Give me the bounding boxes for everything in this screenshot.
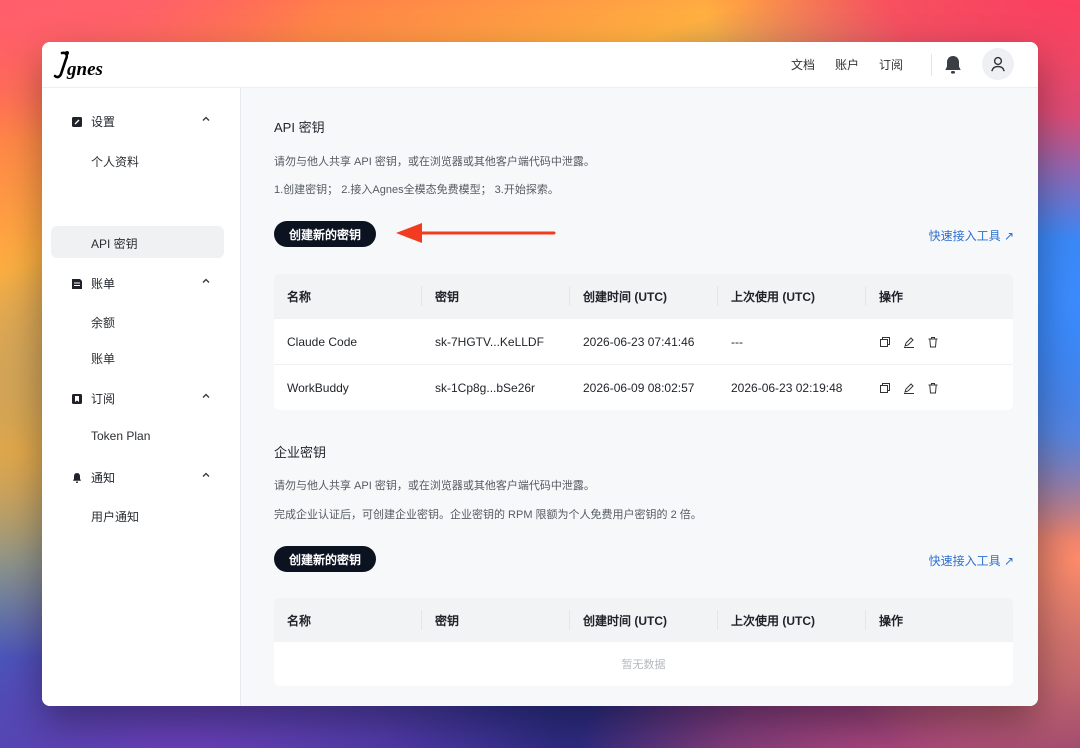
quick-access-link[interactable]: 快速接入工具 ↗ — [929, 552, 1014, 569]
key-last-used: --- — [731, 334, 743, 349]
chevron-up-icon[interactable] — [200, 469, 212, 481]
agnes-logo: gnes — [53, 51, 103, 80]
top-nav: 文档 账户 订阅 — [791, 56, 903, 73]
api-keys-table: 名称 密钥 创建时间 (UTC) 上次使用 (UTC) 操作 Claude Co… — [274, 274, 1013, 410]
sidebar-item-profile[interactable]: 个人资料 — [91, 153, 139, 170]
row-actions — [866, 365, 1013, 410]
section-title-api-keys: API 密钥 — [274, 120, 325, 135]
settings-icon — [72, 116, 82, 127]
table-row: Claude Code sk-7HGTV...KeLLDF 2026-06-23… — [274, 318, 1013, 364]
key-created: 2026-06-23 07:41:46 — [583, 334, 695, 349]
sidebar-item-user-notifications[interactable]: 用户通知 — [91, 508, 139, 525]
chevron-up-icon[interactable] — [200, 113, 212, 125]
key-value: sk-7HGTV...KeLLDF — [435, 334, 544, 349]
user-icon — [991, 56, 1005, 72]
api-keys-warning: 请勿与他人共享 API 密钥，或在浏览器或其他客户端代码中泄露。 — [274, 156, 595, 168]
chevron-up-icon[interactable] — [200, 390, 212, 402]
copy-icon[interactable] — [879, 382, 891, 394]
divider — [931, 54, 932, 76]
section-title-enterprise-keys: 企业密钥 — [274, 445, 327, 460]
column-header: 操作 — [879, 289, 904, 304]
enterprise-keys-table: 名称 密钥 创建时间 (UTC) 上次使用 (UTC) 操作 暂无数据 — [274, 598, 1013, 686]
sidebar-section-label: 通知 — [91, 471, 116, 485]
sidebar-section-label: 账单 — [91, 277, 116, 291]
row-actions — [866, 319, 1013, 364]
column-header: 密钥 — [422, 286, 570, 306]
sidebar-item-api-keys[interactable]: API 密钥 — [91, 235, 138, 252]
edit-icon[interactable] — [903, 336, 915, 348]
key-last-used: 2026-06-23 02:19:48 — [731, 380, 843, 395]
column-header: 上次使用 (UTC) — [718, 286, 866, 306]
main-content: API 密钥 请勿与他人共享 API 密钥，或在浏览器或其他客户端代码中泄露。 … — [242, 88, 1038, 706]
bell-icon[interactable] — [941, 53, 965, 77]
nav-account[interactable]: 账户 — [835, 56, 859, 73]
sidebar-section-notifications[interactable]: 通知 — [71, 469, 212, 486]
enterprise-keys-note: 完成企业认证后，可创建企业密钥。企业密钥的 RPM 限额为个人免费用户密钥的 2… — [274, 509, 702, 521]
bookmark-icon — [72, 393, 82, 404]
trash-icon[interactable] — [927, 336, 939, 348]
avatar[interactable] — [982, 48, 1014, 80]
sidebar-item-balance[interactable]: 余额 — [91, 314, 115, 331]
trash-icon[interactable] — [927, 382, 939, 394]
column-header: 名称 — [274, 286, 422, 306]
column-header: 创建时间 (UTC) — [570, 286, 718, 306]
annotation-arrow — [396, 223, 556, 243]
nav-docs[interactable]: 文档 — [791, 56, 815, 73]
quick-access-link[interactable]: 快速接入工具 ↗ — [929, 227, 1014, 244]
table-row: WorkBuddy sk-1Cp8g...bSe26r 2026-06-09 0… — [274, 364, 1013, 410]
svg-text:gnes: gnes — [66, 59, 103, 80]
create-api-key-button[interactable]: 创建新的密钥 — [274, 221, 376, 247]
edit-icon[interactable] — [903, 382, 915, 394]
sidebar-section-label: 订阅 — [91, 392, 116, 406]
table-header: 名称 密钥 创建时间 (UTC) 上次使用 (UTC) 操作 — [274, 274, 1013, 318]
key-name: WorkBuddy — [287, 380, 349, 395]
sidebar-item-bills[interactable]: 账单 — [91, 350, 115, 367]
column-header: 密钥 — [422, 610, 570, 630]
api-keys-steps: 1.创建密钥； 2.接入Agnes全模态免费模型； 3.开始探索。 — [274, 184, 559, 196]
column-header: 上次使用 (UTC) — [718, 610, 866, 630]
app-window: gnes 文档 账户 订阅 设置 个人资料 API 密钥 账单 余额 账单 订阅… — [42, 42, 1038, 706]
enterprise-keys-warning: 请勿与他人共享 API 密钥，或在浏览器或其他客户端代码中泄露。 — [274, 480, 595, 492]
column-header: 操作 — [879, 613, 904, 628]
sidebar-item-token-plan[interactable]: Token Plan — [91, 429, 150, 443]
sidebar-section-billing[interactable]: 账单 — [71, 275, 212, 292]
chevron-up-icon[interactable] — [200, 275, 212, 287]
key-created: 2026-06-09 08:02:57 — [583, 380, 695, 395]
sidebar-section-label: 设置 — [91, 115, 116, 129]
column-header: 创建时间 (UTC) — [570, 610, 718, 630]
key-name: Claude Code — [287, 334, 358, 349]
copy-icon[interactable] — [879, 336, 891, 348]
nav-subscription[interactable]: 订阅 — [879, 56, 903, 73]
top-bar: gnes 文档 账户 订阅 — [42, 42, 1038, 88]
sidebar-section-settings[interactable]: 设置 — [71, 113, 212, 130]
billing-icon — [72, 278, 82, 289]
empty-state: 暂无数据 — [274, 642, 1013, 686]
create-enterprise-key-button[interactable]: 创建新的密钥 — [274, 546, 376, 572]
column-header: 名称 — [274, 610, 422, 630]
table-header: 名称 密钥 创建时间 (UTC) 上次使用 (UTC) 操作 — [274, 598, 1013, 642]
key-value: sk-1Cp8g...bSe26r — [435, 380, 536, 395]
sidebar: 设置 个人资料 API 密钥 账单 余额 账单 订阅 Token Plan 通知… — [42, 88, 241, 706]
sidebar-section-subscription[interactable]: 订阅 — [71, 390, 212, 407]
bell-icon — [73, 472, 81, 483]
